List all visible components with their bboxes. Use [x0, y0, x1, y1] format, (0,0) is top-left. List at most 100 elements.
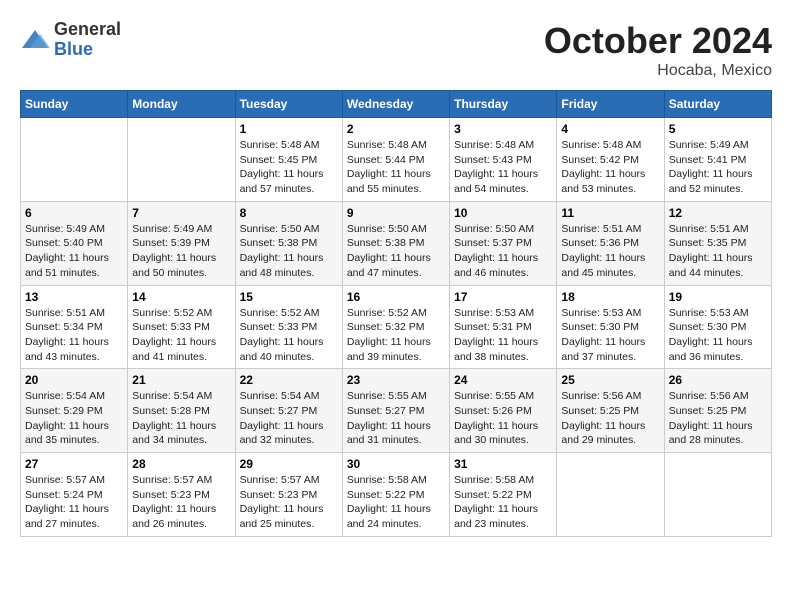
calendar-cell: 17Sunrise: 5:53 AM Sunset: 5:31 PM Dayli… [450, 285, 557, 369]
cell-info: Sunrise: 5:49 AM Sunset: 5:41 PM Dayligh… [669, 138, 767, 197]
cell-info: Sunrise: 5:51 AM Sunset: 5:34 PM Dayligh… [25, 306, 123, 365]
day-number: 6 [25, 206, 123, 220]
calendar-week-3: 13 Sunrise: 5:51 AM Sunset: 5:34 PM Dayli… [21, 285, 772, 369]
cell-info: Sunrise: 5:53 AM Sunset: 5:30 PM Dayligh… [561, 306, 659, 365]
day-number: 19 [669, 290, 767, 304]
day-number: 15 [240, 290, 338, 304]
day-number: 20 [25, 373, 123, 387]
day-number: 28 [132, 457, 230, 471]
cell-info: Sunrise: 5:48 AM Sunset: 5:43 PM Dayligh… [454, 138, 552, 197]
cell-info: Sunrise: 5:50 AM Sunset: 5:38 PM Dayligh… [347, 222, 445, 281]
calendar-cell: 21 Sunrise: 5:54 AM Sunset: 5:28 PM Dayli… [128, 369, 235, 453]
cell-info: Sunrise: 5:55 AM Sunset: 5:26 PM Dayligh… [454, 389, 552, 448]
calendar-cell: 29 Sunrise: 5:57 AM Sunset: 5:23 PM Dayli… [235, 453, 342, 537]
month-title: October 2024 [544, 20, 772, 62]
cell-info: Sunrise: 5:57 AM Sunset: 5:23 PM Dayligh… [240, 473, 338, 532]
cell-info: Sunrise: 5:50 AM Sunset: 5:38 PM Dayligh… [240, 222, 338, 281]
day-number: 12 [669, 206, 767, 220]
day-number: 26 [669, 373, 767, 387]
cell-info: Sunrise: 5:54 AM Sunset: 5:29 PM Dayligh… [25, 389, 123, 448]
day-number: 18 [561, 290, 659, 304]
weekday-header-saturday: Saturday [664, 91, 771, 118]
cell-info: Sunrise: 5:54 AM Sunset: 5:28 PM Dayligh… [132, 389, 230, 448]
day-number: 11 [561, 206, 659, 220]
cell-info: Sunrise: 5:56 AM Sunset: 5:25 PM Dayligh… [561, 389, 659, 448]
calendar-body: 1 Sunrise: 5:48 AM Sunset: 5:45 PM Daylig… [21, 118, 772, 537]
day-number: 22 [240, 373, 338, 387]
calendar-cell: 1 Sunrise: 5:48 AM Sunset: 5:45 PM Daylig… [235, 118, 342, 202]
cell-info: Sunrise: 5:52 AM Sunset: 5:32 PM Dayligh… [347, 306, 445, 365]
title-block: October 2024 Hocaba, Mexico [544, 20, 772, 80]
day-number: 10 [454, 206, 552, 220]
cell-info: Sunrise: 5:51 AM Sunset: 5:36 PM Dayligh… [561, 222, 659, 281]
day-number: 24 [454, 373, 552, 387]
cell-info: Sunrise: 5:53 AM Sunset: 5:31 PM Dayligh… [454, 306, 552, 365]
calendar-cell: 16 Sunrise: 5:52 AM Sunset: 5:32 PM Dayli… [342, 285, 449, 369]
cell-info: Sunrise: 5:55 AM Sunset: 5:27 PM Dayligh… [347, 389, 445, 448]
day-number: 1 [240, 122, 338, 136]
calendar-cell: 31Sunrise: 5:58 AM Sunset: 5:22 PM Dayli… [450, 453, 557, 537]
calendar-cell: 30Sunrise: 5:58 AM Sunset: 5:22 PM Dayli… [342, 453, 449, 537]
location: Hocaba, Mexico [544, 62, 772, 80]
cell-info: Sunrise: 5:57 AM Sunset: 5:23 PM Dayligh… [132, 473, 230, 532]
day-number: 9 [347, 206, 445, 220]
calendar-table: SundayMondayTuesdayWednesdayThursdayFrid… [20, 90, 772, 537]
cell-info: Sunrise: 5:57 AM Sunset: 5:24 PM Dayligh… [25, 473, 123, 532]
cell-info: Sunrise: 5:52 AM Sunset: 5:33 PM Dayligh… [132, 306, 230, 365]
cell-info: Sunrise: 5:48 AM Sunset: 5:45 PM Dayligh… [240, 138, 338, 197]
day-number: 4 [561, 122, 659, 136]
calendar-cell: 20 Sunrise: 5:54 AM Sunset: 5:29 PM Dayli… [21, 369, 128, 453]
day-number: 25 [561, 373, 659, 387]
cell-info: Sunrise: 5:58 AM Sunset: 5:22 PM Dayligh… [347, 473, 445, 532]
calendar-cell: 7Sunrise: 5:49 AM Sunset: 5:39 PM Daylig… [128, 201, 235, 285]
logo-blue-text: Blue [54, 40, 121, 60]
day-number: 13 [25, 290, 123, 304]
cell-info: Sunrise: 5:56 AM Sunset: 5:25 PM Dayligh… [669, 389, 767, 448]
day-number: 16 [347, 290, 445, 304]
calendar-cell: 27 Sunrise: 5:57 AM Sunset: 5:24 PM Dayli… [21, 453, 128, 537]
day-number: 7 [132, 206, 230, 220]
calendar-cell: 4Sunrise: 5:48 AM Sunset: 5:42 PM Daylig… [557, 118, 664, 202]
calendar-cell [21, 118, 128, 202]
calendar-week-5: 27 Sunrise: 5:57 AM Sunset: 5:24 PM Dayli… [21, 453, 772, 537]
day-number: 14 [132, 290, 230, 304]
calendar-cell: 28 Sunrise: 5:57 AM Sunset: 5:23 PM Dayli… [128, 453, 235, 537]
day-number: 8 [240, 206, 338, 220]
day-number: 21 [132, 373, 230, 387]
calendar-cell: 12 Sunrise: 5:51 AM Sunset: 5:35 PM Dayli… [664, 201, 771, 285]
calendar-cell: 3 Sunrise: 5:48 AM Sunset: 5:43 PM Daylig… [450, 118, 557, 202]
day-number: 3 [454, 122, 552, 136]
calendar-week-2: 6Sunrise: 5:49 AM Sunset: 5:40 PM Daylig… [21, 201, 772, 285]
weekday-header-row: SundayMondayTuesdayWednesdayThursdayFrid… [21, 91, 772, 118]
logo-icon [20, 28, 50, 52]
calendar-cell: 11 Sunrise: 5:51 AM Sunset: 5:36 PM Dayli… [557, 201, 664, 285]
calendar-cell: 10 Sunrise: 5:50 AM Sunset: 5:37 PM Dayli… [450, 201, 557, 285]
calendar-header: SundayMondayTuesdayWednesdayThursdayFrid… [21, 91, 772, 118]
weekday-header-wednesday: Wednesday [342, 91, 449, 118]
logo-general-text: General [54, 20, 121, 40]
calendar-cell: 14 Sunrise: 5:52 AM Sunset: 5:33 PM Dayli… [128, 285, 235, 369]
logo-text: General Blue [54, 20, 121, 60]
day-number: 31 [454, 457, 552, 471]
calendar-cell: 19Sunrise: 5:53 AM Sunset: 5:30 PM Dayli… [664, 285, 771, 369]
weekday-header-tuesday: Tuesday [235, 91, 342, 118]
day-number: 29 [240, 457, 338, 471]
calendar-cell: 22Sunrise: 5:54 AM Sunset: 5:27 PM Dayli… [235, 369, 342, 453]
calendar-cell: 15 Sunrise: 5:52 AM Sunset: 5:33 PM Dayli… [235, 285, 342, 369]
page-header: General Blue October 2024 Hocaba, Mexico [20, 20, 772, 80]
cell-info: Sunrise: 5:52 AM Sunset: 5:33 PM Dayligh… [240, 306, 338, 365]
calendar-cell: 5Sunrise: 5:49 AM Sunset: 5:41 PM Daylig… [664, 118, 771, 202]
weekday-header-sunday: Sunday [21, 91, 128, 118]
calendar-cell: 25 Sunrise: 5:56 AM Sunset: 5:25 PM Dayli… [557, 369, 664, 453]
calendar-cell [128, 118, 235, 202]
logo: General Blue [20, 20, 121, 60]
calendar-week-4: 20 Sunrise: 5:54 AM Sunset: 5:29 PM Dayli… [21, 369, 772, 453]
cell-info: Sunrise: 5:50 AM Sunset: 5:37 PM Dayligh… [454, 222, 552, 281]
day-number: 27 [25, 457, 123, 471]
calendar-cell: 9 Sunrise: 5:50 AM Sunset: 5:38 PM Daylig… [342, 201, 449, 285]
calendar-week-1: 1 Sunrise: 5:48 AM Sunset: 5:45 PM Daylig… [21, 118, 772, 202]
cell-info: Sunrise: 5:48 AM Sunset: 5:44 PM Dayligh… [347, 138, 445, 197]
cell-info: Sunrise: 5:51 AM Sunset: 5:35 PM Dayligh… [669, 222, 767, 281]
calendar-cell: 18 Sunrise: 5:53 AM Sunset: 5:30 PM Dayli… [557, 285, 664, 369]
calendar-cell [557, 453, 664, 537]
